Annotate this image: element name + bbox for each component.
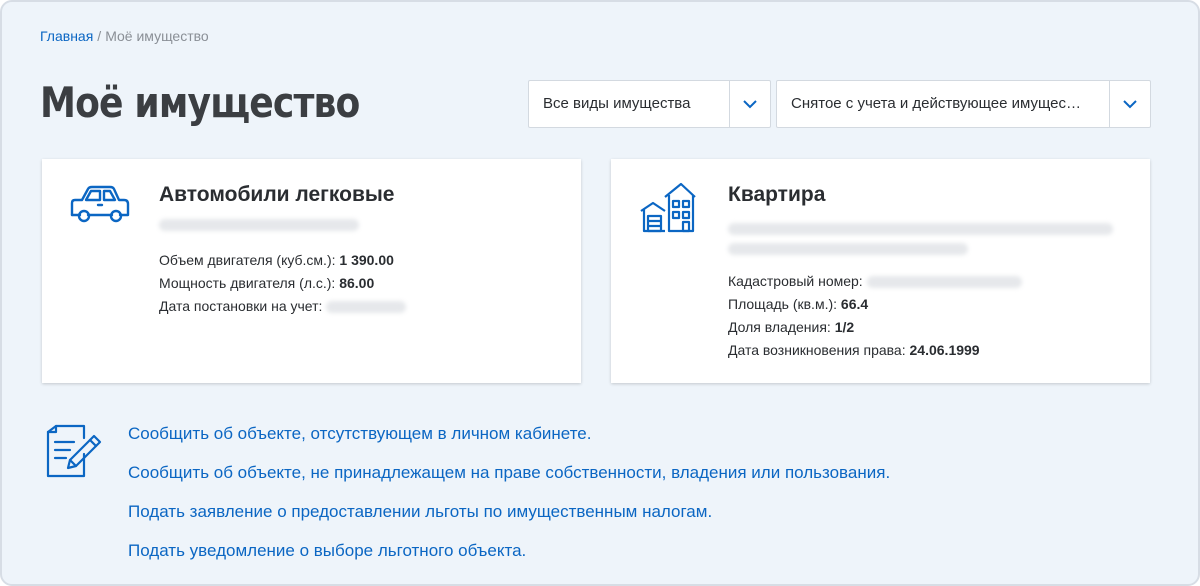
apply-tax-benefit-link[interactable]: Подать заявление о предоставлении льготы… [128,501,890,523]
property-area: Площадь (кв.м.): 66.4 [728,296,869,312]
property-type-select-value: Все виды имущества [543,95,691,112]
report-missing-object-link[interactable]: Сообщить об объекте, отсутствующем в лич… [128,423,890,445]
property-card-car[interactable]: Автомобили легковые Объем двигателя (куб… [42,159,581,383]
card-properties: Кадастровый номер: Площадь (кв.м.): 66.4… [728,270,1022,362]
property-engine-volume: Объем двигателя (куб.см.): 1 390.00 [159,252,394,268]
house-icon [640,182,696,233]
breadcrumb-current: Моё имущество [105,28,209,44]
card-title: Автомобили легковые [159,183,395,206]
property-cadastral-number: Кадастровый номер: [728,270,1022,293]
page-title: Моё имущество [40,78,360,127]
property-registration-date: Дата постановки на учет: [159,295,407,318]
property-ownership-share: Доля владения: 1/2 [728,319,855,335]
blurred-registration-date [326,301,407,314]
property-card-apartment[interactable]: Квартира Кадастровый номер: Площадь (кв.… [611,159,1150,383]
document-edit-icon [46,424,102,478]
property-right-date: Дата возникновения права: 24.06.1999 [728,342,980,358]
property-status-select[interactable]: Снятое с учета и действующее имущес… [776,80,1151,128]
breadcrumb: Главная / Моё имущество [40,28,209,44]
property-status-select-arrow[interactable] [1109,81,1150,127]
chevron-down-icon [743,99,757,108]
action-links: Сообщить об объекте, отсутствующем в лич… [128,423,890,579]
car-icon [70,185,130,223]
page-frame: Главная / Моё имущество Моё имущество Все … [0,0,1200,586]
report-not-owned-object-link[interactable]: Сообщить об объекте, не принадлежащем на… [128,462,890,484]
breadcrumb-home-link[interactable]: Главная [40,28,93,44]
chevron-down-icon [1123,99,1137,108]
blurred-address-line-1 [728,223,1113,235]
breadcrumb-separator: / [97,28,102,44]
property-type-select-arrow[interactable] [729,81,770,127]
property-status-select-value: Снятое с учета и действующее имущес… [791,95,1082,112]
submit-benefit-object-notice-link[interactable]: Подать уведомление о выборе льготного об… [128,540,890,562]
card-title: Квартира [728,183,826,206]
property-type-select[interactable]: Все виды имущества [528,80,771,128]
blurred-cadastral-number [866,276,1022,289]
blurred-address-line-2 [728,243,968,255]
property-engine-power: Мощность двигателя (л.с.): 86.00 [159,275,375,291]
blurred-model [159,219,359,231]
card-properties: Объем двигателя (куб.см.): 1 390.00 Мощн… [159,249,407,318]
